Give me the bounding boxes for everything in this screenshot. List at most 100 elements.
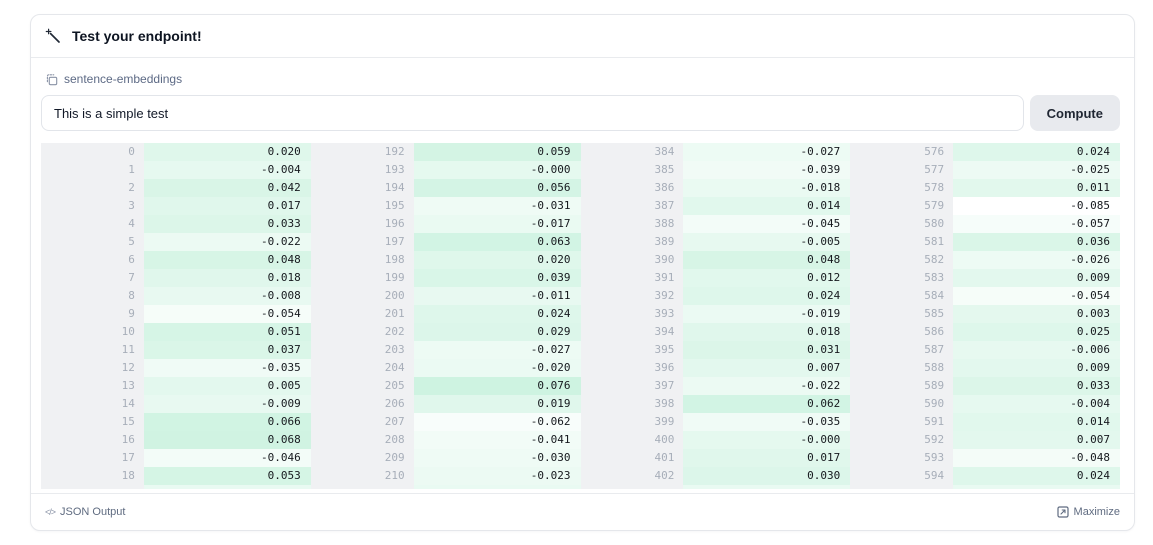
value-cell: -0.062	[414, 413, 581, 431]
index-cell: 4	[41, 215, 144, 233]
value-cell: 0.003	[953, 305, 1120, 323]
form-row: Compute	[41, 95, 1120, 131]
value-cell: 0.024	[953, 467, 1120, 485]
value-cell: 0.036	[953, 233, 1120, 251]
value-cell: -0.057	[953, 215, 1120, 233]
index-cell: 586	[850, 323, 953, 341]
index-cell: 14	[41, 395, 144, 413]
index-cell: 589	[850, 377, 953, 395]
widget-title: Test your endpoint!	[72, 28, 202, 44]
index-cell: 588	[850, 359, 953, 377]
index-cell: 592	[850, 431, 953, 449]
index-cell: 9	[41, 305, 144, 323]
value-cell	[683, 485, 850, 489]
inference-widget-card: Test your endpoint! sentence-embeddings …	[30, 14, 1135, 531]
value-cell: 0.033	[144, 215, 311, 233]
value-cell: 0.007	[953, 431, 1120, 449]
value-cell: 0.059	[414, 143, 581, 161]
index-cell: 196	[311, 215, 414, 233]
index-cell: 579	[850, 197, 953, 215]
index-cell: 397	[581, 377, 684, 395]
index-cell: 192	[311, 143, 414, 161]
value-cell: 0.029	[414, 323, 581, 341]
index-cell: 12	[41, 359, 144, 377]
index-cell: 387	[581, 197, 684, 215]
embeddings-table[interactable]: 00.0201920.059384-0.0275760.0241-0.00419…	[41, 143, 1120, 489]
magic-wand-icon	[45, 28, 61, 44]
index-cell: 8	[41, 287, 144, 305]
index-cell: 205	[311, 377, 414, 395]
value-cell: 0.007	[683, 359, 850, 377]
value-cell: 0.068	[144, 431, 311, 449]
value-cell: 0.030	[683, 467, 850, 485]
value-cell: -0.085	[953, 197, 1120, 215]
value-cell: -0.000	[683, 431, 850, 449]
value-cell: 0.018	[144, 269, 311, 287]
value-cell: 0.053	[144, 467, 311, 485]
index-cell: 590	[850, 395, 953, 413]
value-cell: -0.023	[414, 467, 581, 485]
value-cell: 0.020	[414, 251, 581, 269]
value-cell: 0.039	[414, 269, 581, 287]
value-cell: -0.035	[144, 359, 311, 377]
value-cell: 0.020	[144, 143, 311, 161]
maximize-label: Maximize	[1074, 506, 1120, 518]
index-cell: 390	[581, 251, 684, 269]
value-cell: 0.031	[683, 341, 850, 359]
index-cell: 18	[41, 467, 144, 485]
index-cell: 593	[850, 449, 953, 467]
value-cell	[144, 485, 311, 489]
index-cell: 396	[581, 359, 684, 377]
index-cell: 384	[581, 143, 684, 161]
value-cell: -0.048	[953, 449, 1120, 467]
value-cell: 0.063	[414, 233, 581, 251]
value-cell: -0.008	[144, 287, 311, 305]
value-cell: 0.012	[683, 269, 850, 287]
index-cell: 580	[850, 215, 953, 233]
value-cell: -0.026	[953, 251, 1120, 269]
value-cell: 0.062	[683, 395, 850, 413]
json-output-button[interactable]: </> JSON Output	[45, 506, 125, 518]
index-cell: 210	[311, 467, 414, 485]
value-cell: -0.027	[414, 341, 581, 359]
value-cell: 0.037	[144, 341, 311, 359]
value-cell: -0.030	[414, 449, 581, 467]
value-cell: -0.035	[683, 413, 850, 431]
value-cell: -0.022	[144, 233, 311, 251]
value-cell: 0.019	[414, 395, 581, 413]
index-cell	[311, 485, 414, 489]
index-cell: 386	[581, 179, 684, 197]
value-cell: 0.025	[953, 323, 1120, 341]
index-cell: 389	[581, 233, 684, 251]
index-cell: 577	[850, 161, 953, 179]
index-cell: 202	[311, 323, 414, 341]
index-cell: 15	[41, 413, 144, 431]
value-cell: -0.018	[683, 179, 850, 197]
value-cell: -0.039	[683, 161, 850, 179]
index-cell: 581	[850, 233, 953, 251]
index-cell	[581, 485, 684, 489]
code-icon: </>	[45, 507, 55, 517]
compute-button[interactable]: Compute	[1030, 95, 1120, 131]
index-cell: 3	[41, 197, 144, 215]
value-cell: -0.027	[683, 143, 850, 161]
index-cell: 6	[41, 251, 144, 269]
value-cell: -0.006	[953, 341, 1120, 359]
index-cell: 208	[311, 431, 414, 449]
index-cell: 2	[41, 179, 144, 197]
value-cell: -0.041	[414, 431, 581, 449]
value-cell: 0.014	[953, 413, 1120, 431]
index-cell: 391	[581, 269, 684, 287]
maximize-button[interactable]: Maximize	[1057, 506, 1120, 518]
index-cell: 393	[581, 305, 684, 323]
value-cell: 0.018	[683, 323, 850, 341]
text-input[interactable]	[41, 95, 1024, 131]
value-cell: -0.011	[414, 287, 581, 305]
index-cell: 578	[850, 179, 953, 197]
index-cell: 398	[581, 395, 684, 413]
value-cell: 0.033	[953, 377, 1120, 395]
value-cell: -0.054	[953, 287, 1120, 305]
index-cell: 200	[311, 287, 414, 305]
value-cell: -0.020	[414, 359, 581, 377]
index-cell: 194	[311, 179, 414, 197]
